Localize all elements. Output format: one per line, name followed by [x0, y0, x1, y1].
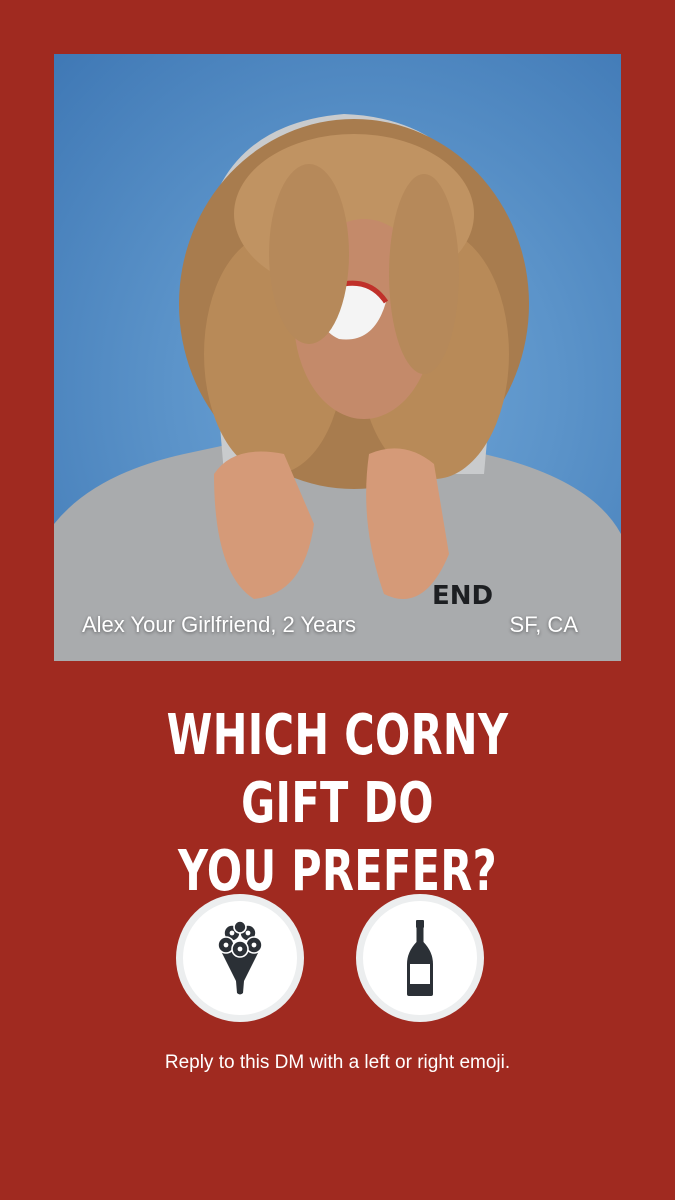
option-left-button[interactable]: [176, 894, 304, 1022]
question-line-2: YOU PREFER?: [177, 839, 498, 904]
profile-name-caption: Alex Your Girlfriend, 2 Years: [82, 612, 356, 637]
question-title: WHICH CORNY GIFT DO YOU PREFER?: [117, 702, 557, 906]
svg-text:END: END: [432, 581, 493, 611]
profile-location-caption: SF, CA: [509, 612, 578, 637]
question-line-1: WHICH CORNY GIFT DO: [166, 703, 509, 836]
reply-instructions: Reply to this DM with a left or right em…: [164, 1052, 511, 1073]
option-right-button[interactable]: [356, 894, 484, 1022]
profile-photo: END: [54, 54, 621, 661]
photo-illustration: END: [54, 114, 621, 661]
champagne-bottle-icon: [407, 920, 433, 996]
flower-bouquet-icon: [217, 920, 263, 995]
